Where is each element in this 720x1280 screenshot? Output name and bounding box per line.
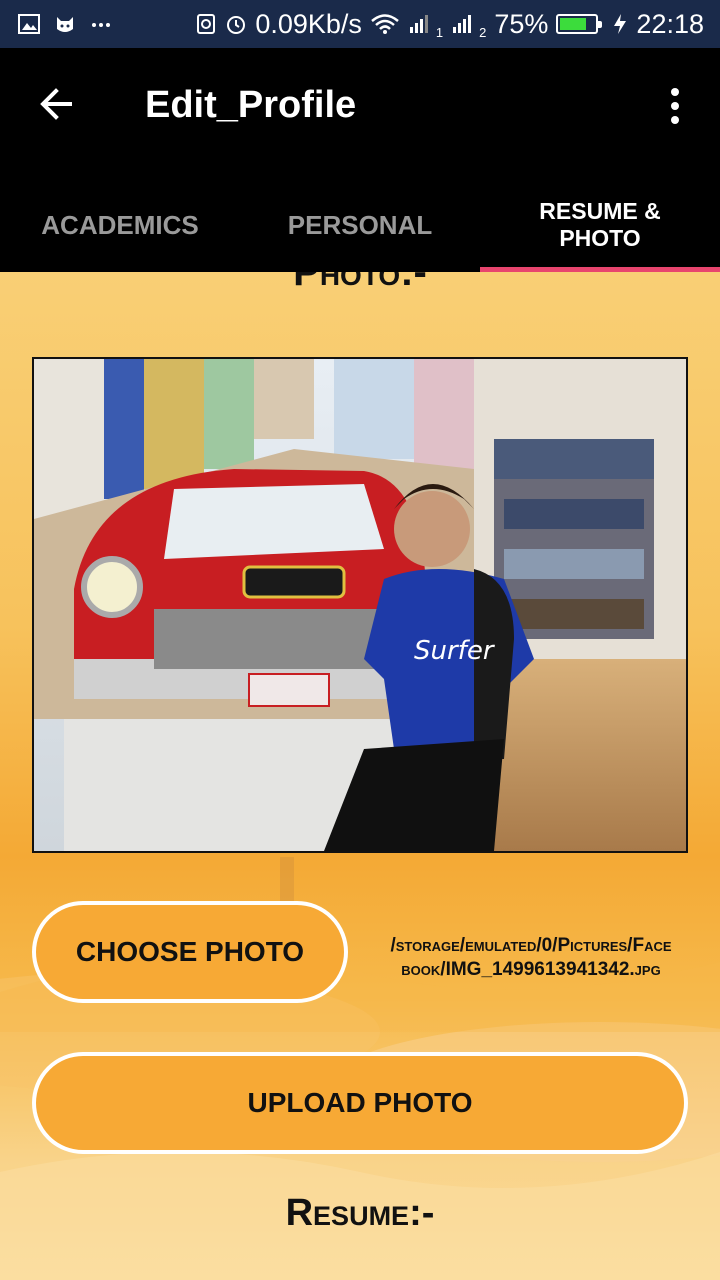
clock: 22:18 [636, 8, 704, 39]
alarm-icon [227, 16, 246, 34]
sim1-label: 1 [435, 24, 444, 40]
arrow-left-icon[interactable] [36, 84, 76, 124]
battery-icon [556, 14, 603, 34]
more-dots-icon [92, 23, 110, 27]
svg-text:Surfer: Surfer [414, 636, 496, 666]
charging-icon [614, 14, 627, 34]
file-path-text: /storage/emulated/0/Pictures/Facebook/IM… [390, 935, 672, 980]
page-title: Edit_Profile [145, 84, 357, 126]
signal-icon [409, 15, 428, 33]
app-bar: Edit_Profile ACADEMICS PERSONAL RESUME &… [0, 48, 720, 272]
battery-level-fill [560, 18, 586, 30]
image-icon [18, 14, 40, 34]
resume-photo-page[interactable]: Photo:- Surfer CHOOSE PHOTO /storage/emu… [0, 272, 720, 1280]
battery-percent: 75% [494, 8, 549, 39]
nfc-icon [197, 14, 216, 34]
tab-personal[interactable]: PERSONAL [240, 178, 480, 272]
network-speed: 0.09Kb/s [255, 8, 362, 39]
tab-resume-photo-label: RESUME & PHOTO [539, 198, 661, 251]
cat-notification-icon [57, 17, 73, 32]
status-bar: 0.09Kb/s 1 2 75% 22:18 [0, 0, 720, 48]
sim2-label: 2 [479, 24, 487, 40]
profile-photo-image: Surfer [34, 359, 686, 851]
tab-bar: ACADEMICS PERSONAL RESUME & PHOTO [0, 178, 720, 272]
choose-photo-button[interactable]: CHOOSE PHOTO [32, 901, 348, 1003]
selected-file-path: /storage/emulated/0/Pictures/Facebook/IM… [386, 934, 676, 982]
more-vert-icon[interactable] [660, 86, 690, 126]
signal-icon [453, 15, 472, 33]
resume-heading: Resume:- [285, 1192, 435, 1234]
tab-resume-photo[interactable]: RESUME & PHOTO [480, 178, 720, 272]
photo-heading: Photo:- [293, 272, 427, 294]
upload-photo-button[interactable]: UPLOAD PHOTO [32, 1052, 688, 1154]
tab-academics[interactable]: ACADEMICS [0, 178, 240, 272]
profile-photo: Surfer [32, 357, 688, 853]
wifi-icon [371, 14, 399, 34]
